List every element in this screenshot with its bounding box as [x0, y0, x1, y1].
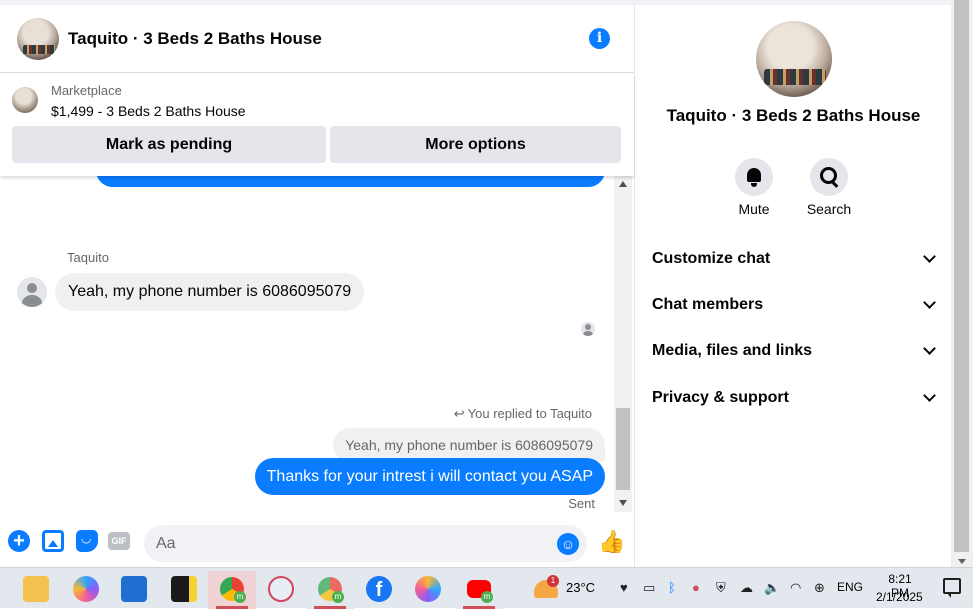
profile-avatar[interactable] [756, 21, 832, 97]
profile-badge-icon: m [234, 591, 246, 603]
replied-indicator: ↩ You replied to Taquito [454, 406, 592, 422]
chrome-icon[interactable]: m [208, 571, 256, 609]
chat-header: Taquito · 3 Beds 2 Baths House i [0, 5, 634, 73]
info-icon[interactable]: i [589, 28, 610, 49]
bell-icon[interactable] [735, 158, 773, 196]
bluetooth-icon[interactable]: ᛒ [668, 580, 676, 595]
language-indicator[interactable]: ENG [837, 580, 863, 594]
message-input-box[interactable]: ☺ [144, 525, 587, 562]
search-button[interactable]: Search [799, 158, 859, 217]
message-list[interactable]: Taquito Yeah, my phone number is 6086095… [0, 176, 614, 512]
location-icon[interactable]: ♥ [620, 580, 628, 595]
profile-badge-icon: m [332, 591, 344, 603]
incoming-message[interactable]: Yeah, my phone number is 6086095079 [55, 273, 365, 311]
previous-outgoing-bubble [96, 176, 605, 187]
chevron-down-icon [923, 296, 936, 309]
page-scroll-thumb[interactable] [954, 0, 969, 552]
chat-panel: Taquito · 3 Beds 2 Baths House i Marketp… [0, 5, 634, 567]
marketplace-label: Marketplace [51, 83, 122, 98]
seen-avatar-icon [581, 322, 595, 336]
cloud-offline-icon[interactable]: ☁ [740, 580, 753, 596]
plus-icon[interactable]: + [8, 530, 30, 552]
mute-label: Mute [738, 201, 770, 217]
battery-icon[interactable]: ▭ [643, 580, 655, 596]
page-scrollbar[interactable] [951, 0, 973, 567]
message-status: Sent [568, 496, 595, 511]
section-label: Chat members [652, 296, 764, 313]
file-explorer-icon[interactable] [23, 576, 49, 602]
shield-icon[interactable]: ⛨ [716, 580, 726, 596]
listing-thumbnail[interactable] [12, 87, 38, 113]
sticker-icon[interactable] [76, 530, 98, 552]
sticky-notes-icon[interactable] [171, 576, 197, 602]
chevron-down-icon [923, 250, 936, 263]
clock-date[interactable]: 2/1/2025 [876, 590, 923, 604]
chevron-down-icon [923, 389, 936, 402]
media-files-links-section[interactable]: Media, files and links [652, 336, 938, 366]
thumbs-up-icon[interactable]: 👍 [598, 530, 625, 554]
weather-temperature[interactable]: 23°C [566, 580, 595, 595]
sender-avatar[interactable] [17, 277, 47, 307]
store-icon[interactable] [121, 576, 147, 602]
copilot-icon[interactable] [73, 576, 99, 602]
input-icon[interactable]: ⊕ [814, 580, 825, 596]
snipping-tool-icon[interactable] [268, 576, 294, 602]
photo-icon[interactable] [42, 530, 64, 552]
privacy-support-section[interactable]: Privacy & support [652, 383, 938, 413]
chat-members-section[interactable]: Chat members [652, 290, 938, 320]
chevron-down-icon [923, 342, 936, 355]
volume-icon[interactable]: 🔈 [764, 580, 780, 596]
scroll-down-icon[interactable] [619, 500, 627, 506]
security-icon[interactable]: ● [692, 580, 700, 595]
listing-title[interactable]: $1,499 - 3 Beds 2 Baths House [51, 103, 246, 119]
conversation-info-panel: Taquito · 3 Beds 2 Baths House Mute Sear… [634, 5, 951, 567]
quoted-message[interactable]: Yeah, my phone number is 6086095079 [333, 428, 605, 462]
page-scroll-down-icon[interactable] [958, 559, 966, 564]
outgoing-message[interactable]: Thanks for your intrest i will contact y… [254, 458, 605, 495]
section-label: Media, files and links [652, 342, 813, 359]
customize-chat-section[interactable]: Customize chat [652, 244, 938, 274]
mark-as-pending-button[interactable]: Mark as pending [12, 126, 326, 163]
sender-name: Taquito [67, 250, 109, 265]
chat-title[interactable]: Taquito · 3 Beds 2 Baths House [68, 29, 322, 49]
search-label: Search [806, 201, 852, 217]
marketplace-banner: Marketplace $1,499 - 3 Beds 2 Baths Hous… [0, 74, 634, 176]
notification-icon[interactable] [943, 578, 961, 598]
search-icon[interactable] [810, 158, 848, 196]
replied-label: You replied to Taquito [467, 406, 592, 421]
youtube-icon[interactable]: m [455, 571, 503, 609]
scroll-thumb[interactable] [616, 408, 630, 490]
weather-badge: 1 [547, 575, 559, 587]
more-options-button[interactable]: More options [330, 126, 621, 163]
message-input[interactable] [144, 525, 524, 562]
section-label: Privacy & support [652, 389, 789, 406]
profile-badge-icon: m [481, 591, 493, 603]
reply-arrow-icon: ↩ [453, 406, 465, 421]
scroll-up-icon[interactable] [619, 181, 627, 187]
message-scrollbar[interactable] [614, 176, 632, 512]
emoji-icon[interactable]: ☺ [557, 533, 579, 555]
conversation-avatar[interactable] [17, 17, 59, 60]
section-label: Customize chat [652, 250, 771, 267]
mute-button[interactable]: Mute [724, 158, 784, 217]
message-composer: + GIF ☺ 👍 [0, 512, 634, 567]
facebook-icon[interactable]: f [366, 576, 392, 602]
profile-name: Taquito · 3 Beds 2 Baths House [666, 106, 921, 125]
wifi-icon[interactable]: ◠ [790, 580, 801, 596]
paint-icon[interactable] [415, 576, 441, 602]
chrome-profile-icon[interactable]: m [306, 571, 354, 609]
gif-icon[interactable]: GIF [108, 532, 130, 550]
taskbar: m m f m 1 23°C ♥ ▭ ᛒ ● ⛨ ☁ 🔈 ◠ ⊕ ENG 8:2… [0, 567, 973, 609]
